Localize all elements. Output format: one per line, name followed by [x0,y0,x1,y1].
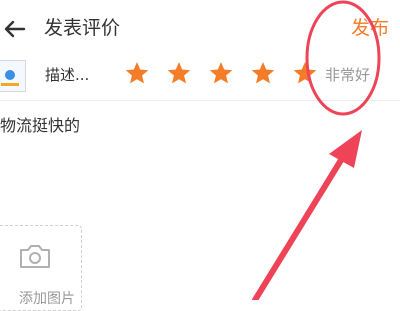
star-icon[interactable] [166,60,192,86]
annotation-arrowhead-icon [329,130,362,168]
header-bar: 发表评价 发布 [0,0,400,56]
rating-label: 描述... [45,66,90,84]
star-icon[interactable] [124,60,150,86]
rating-row: 描述... 非常好 [0,56,400,101]
annotation-arrow-icon [252,149,349,300]
add-photo-label: 添加图片 [19,291,75,307]
star-icon[interactable] [292,60,318,86]
camera-icon [18,242,52,270]
star-icon[interactable] [208,60,234,86]
product-thumbnail [0,60,26,92]
add-photo-button[interactable]: 添加图片 [0,225,82,311]
comment-text[interactable]: 物流挺快的 [0,114,80,138]
publish-button[interactable]: 发布 [351,15,389,41]
star-icon[interactable] [250,60,276,86]
page-title: 发表评价 [44,17,121,39]
back-arrow-icon[interactable] [2,16,28,42]
rating-text: 非常好 [325,66,371,84]
